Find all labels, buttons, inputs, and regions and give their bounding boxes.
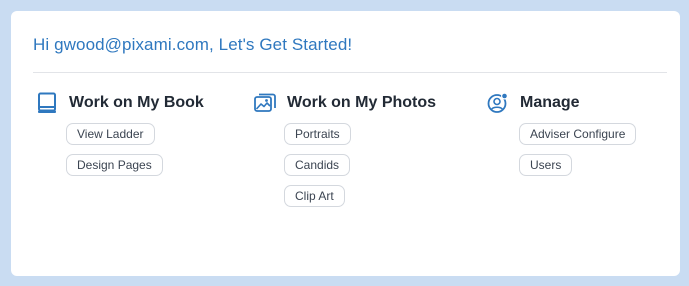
section-header: Work on My Photos: [254, 91, 436, 115]
divider: [33, 72, 667, 73]
chip-list: Adviser Configure Users: [519, 123, 637, 176]
user-settings-icon: [487, 92, 509, 114]
section-work-on-photos: Work on My Photos Portraits Candids Clip…: [254, 91, 436, 207]
portraits-button[interactable]: Portraits: [284, 123, 351, 145]
book-icon: [36, 92, 58, 114]
greeting-heading: Hi gwood@pixami.com, Let's Get Started!: [33, 35, 353, 54]
section-title: Work on My Book: [69, 94, 204, 111]
design-pages-button[interactable]: Design Pages: [66, 154, 163, 176]
chip-list: View Ladder Design Pages: [66, 123, 204, 176]
section-header: Work on My Book: [36, 91, 204, 115]
view-ladder-button[interactable]: View Ladder: [66, 123, 155, 145]
section-title: Manage: [520, 94, 580, 111]
chip-list: Portraits Candids Clip Art: [284, 123, 436, 207]
users-button[interactable]: Users: [519, 154, 573, 176]
candids-button[interactable]: Candids: [284, 154, 351, 176]
photos-icon: [254, 92, 276, 114]
adviser-configure-button[interactable]: Adviser Configure: [519, 123, 637, 145]
section-manage: Manage Adviser Configure Users: [487, 91, 637, 176]
clip-art-button[interactable]: Clip Art: [284, 185, 345, 207]
section-title: Work on My Photos: [287, 94, 437, 111]
section-header: Manage: [487, 91, 636, 115]
section-work-on-book: Work on My Book View Ladder Design Pages: [36, 91, 204, 176]
welcome-card: Hi gwood@pixami.com, Let's Get Started! …: [11, 11, 680, 276]
